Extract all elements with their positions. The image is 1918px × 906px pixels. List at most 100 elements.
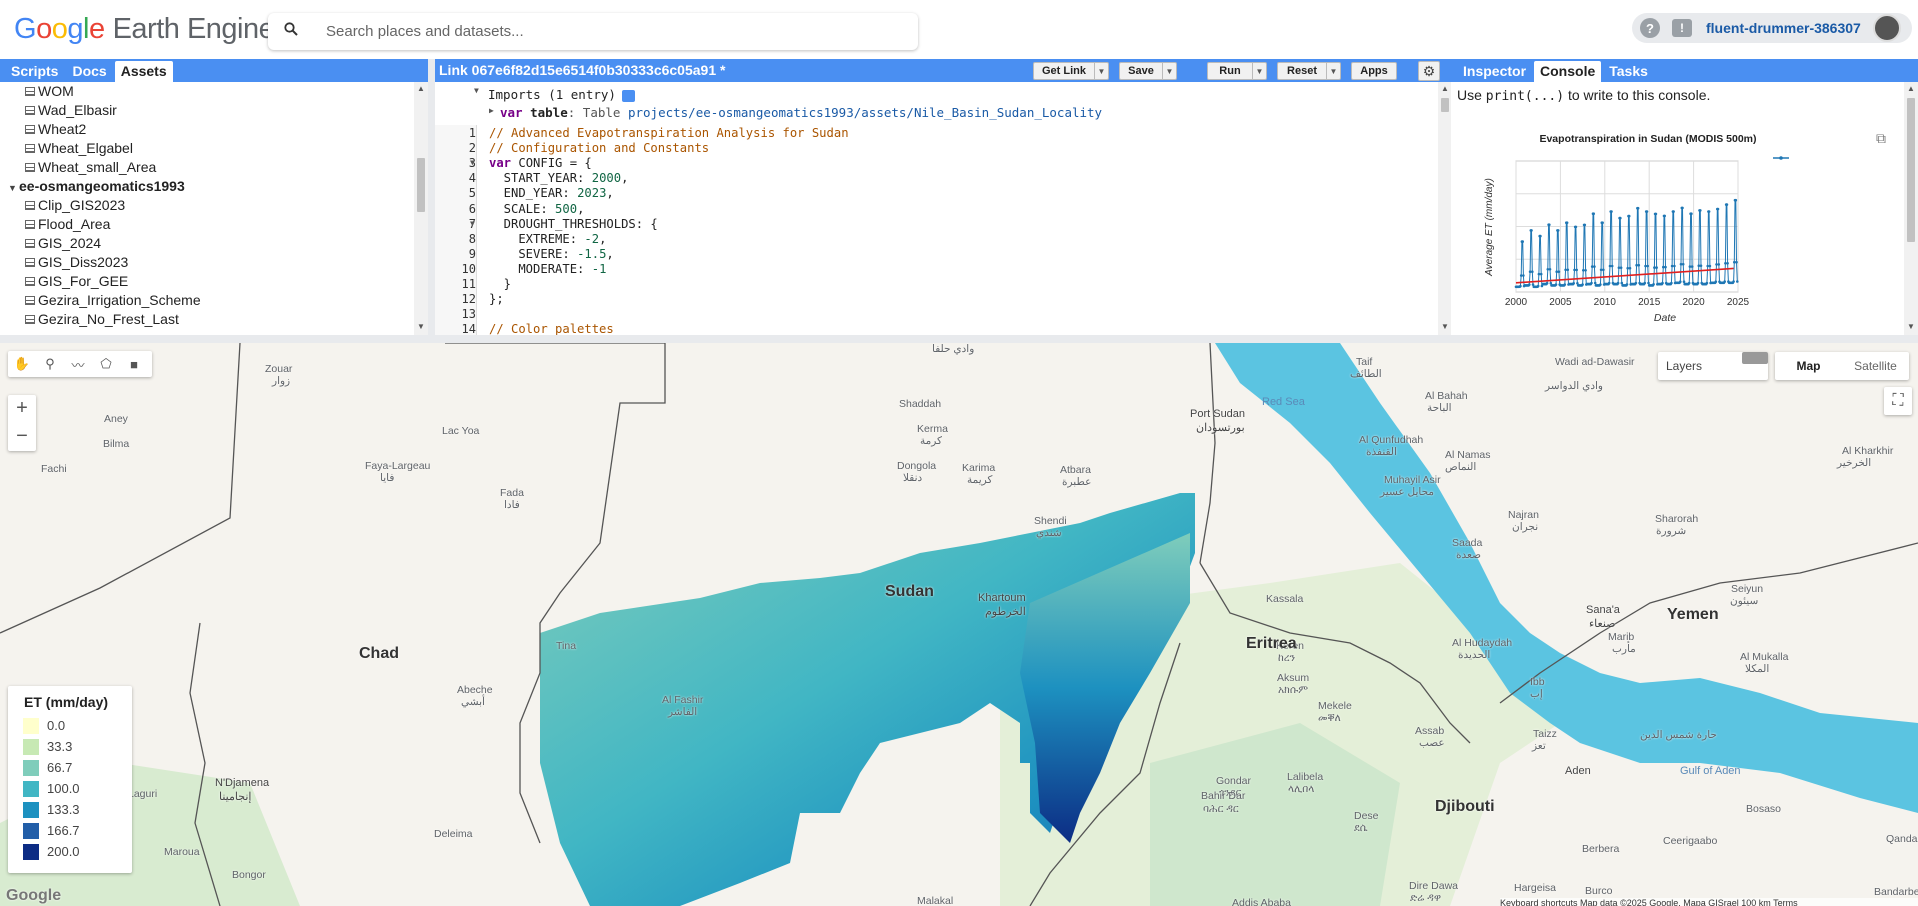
open-in-new-icon[interactable]: ⧉	[1876, 130, 1886, 146]
asset-item[interactable]: WOM	[0, 82, 414, 101]
tab-docs[interactable]: Docs	[66, 61, 112, 82]
asset-item[interactable]: Gezira_No_Frest_Last	[0, 310, 414, 329]
feedback-icon[interactable]: !	[1672, 19, 1692, 37]
console-scrollbar[interactable]: ▲ ▼	[1904, 82, 1918, 335]
fullscreen-icon[interactable]: ⛶	[1884, 387, 1912, 415]
map[interactable]: Zouar زوار Aney Bilma Fachi Faya-Largeau…	[0, 343, 1918, 906]
apps-button[interactable]: Apps	[1351, 62, 1397, 80]
map-type-map-button[interactable]: Map	[1775, 352, 1842, 380]
chart-data-point	[1572, 282, 1575, 285]
asset-item[interactable]: Clip_GIS2023	[0, 196, 414, 215]
layer-opacity-slider[interactable]	[1742, 352, 1768, 364]
zoom-in-button[interactable]: +	[8, 395, 36, 423]
line-number: 8	[468, 231, 476, 246]
scroll-down-icon[interactable]: ▼	[1441, 322, 1449, 331]
map-type-toggle: Map Satellite	[1775, 352, 1909, 380]
rectangle-draw-icon[interactable]: ■	[120, 357, 148, 372]
import-path-link[interactable]: projects/ee-osmangeomatics1993/assets/Ni…	[628, 105, 1102, 120]
asset-item[interactable]: Gezira_Irrigation_Scheme	[0, 291, 414, 310]
scroll-thumb[interactable]	[1441, 98, 1449, 112]
scroll-up-icon[interactable]: ▲	[1907, 84, 1915, 93]
polygon-draw-icon[interactable]: ⬠	[92, 356, 120, 372]
map-place-label: Gondar	[1216, 775, 1252, 787]
editor-scrollbar[interactable]: ▲ ▼	[1438, 82, 1452, 335]
map-place-label: Fachi	[41, 463, 67, 475]
fold-caret-icon[interactable]: ▼	[470, 158, 475, 167]
point-marker-icon[interactable]: ⚲	[36, 356, 64, 372]
asset-item[interactable]: GIS_Diss2023	[0, 253, 414, 272]
avatar[interactable]	[1872, 14, 1901, 42]
caret-right-icon[interactable]: ▶	[489, 106, 494, 115]
earth-engine-logo[interactable]: Google Earth Engine	[14, 13, 275, 46]
line-draw-icon[interactable]: 〰	[64, 355, 92, 374]
asset-folder[interactable]: ▼ ee-osmangeomatics1993	[0, 177, 414, 196]
tab-assets[interactable]: Assets	[114, 61, 173, 82]
scroll-thumb[interactable]	[1907, 98, 1915, 242]
save-button[interactable]: Save ▼	[1119, 62, 1177, 80]
map-place-label: Bandarbeyla	[1874, 886, 1918, 898]
scroll-down-icon[interactable]: ▼	[1907, 322, 1915, 331]
asset-item[interactable]: Wheat2	[0, 120, 414, 139]
search-input[interactable]	[326, 23, 886, 40]
asset-item[interactable]: Flood_Area	[0, 215, 414, 234]
tab-inspector[interactable]: Inspector	[1457, 61, 1532, 82]
asset-label: GIS_For_GEE	[38, 273, 129, 289]
tab-console[interactable]: Console	[1534, 61, 1602, 82]
legend-row: 33.3	[23, 736, 132, 757]
chevron-down-icon[interactable]: ▼	[1094, 63, 1108, 79]
get-link-button[interactable]: Get Link ▼	[1033, 62, 1109, 80]
left-splitter[interactable]	[428, 59, 435, 335]
chevron-down-icon[interactable]: ▼	[1326, 63, 1340, 79]
asset-item[interactable]: Wheat_Elgabel	[0, 139, 414, 158]
run-button[interactable]: Run ▼	[1207, 62, 1267, 80]
hand-icon[interactable]: ✋	[8, 356, 36, 372]
asset-item[interactable]: Wheat_small_Area	[0, 158, 414, 177]
script-title[interactable]: Link 067e6f82d15e6514f0b30333c6c05a91 *	[439, 62, 725, 78]
asset-item[interactable]: Wad_Elbasir	[0, 101, 414, 120]
caret-down-icon[interactable]: ▼	[474, 86, 479, 95]
layers-control[interactable]: Layers	[1658, 352, 1768, 380]
tab-scripts[interactable]: Scripts	[5, 61, 64, 82]
chevron-down-icon[interactable]: ▼	[1252, 63, 1266, 79]
legend-value: 33.3	[47, 739, 73, 754]
zoom-out-button[interactable]: −	[8, 423, 36, 451]
fold-caret-icon[interactable]: ▼	[470, 219, 475, 228]
gear-icon[interactable]: ⚙	[1418, 61, 1440, 81]
chart-x-tick-label: 2010	[1594, 297, 1617, 308]
asset-item[interactable]: GIS_2024	[0, 234, 414, 253]
map-place-label: Tina	[556, 640, 577, 652]
asset-label: Gezira_No_Frest_Last	[38, 311, 179, 327]
help-icon[interactable]: ?	[1640, 18, 1660, 38]
imports-header[interactable]: Imports (1 entry)	[488, 87, 635, 102]
google-logo[interactable]: Google	[6, 887, 61, 905]
imports-code-icon[interactable]	[621, 89, 635, 102]
scroll-thumb[interactable]	[417, 158, 425, 212]
et-chart[interactable]: Evapotranspiration in Sudan (MODIS 500m)…	[1451, 108, 1891, 348]
chart-data-point	[1610, 210, 1613, 213]
map-type-satellite-button[interactable]: Satellite	[1842, 352, 1909, 380]
map-attribution[interactable]: Keyboard shortcuts Map data ©2025 Google…	[1500, 898, 1918, 906]
map-place-label: محايل عسير	[1380, 486, 1434, 498]
search-box[interactable]	[268, 13, 918, 50]
table-icon	[25, 315, 35, 324]
project-selector[interactable]: fluent-drummer-386307	[1706, 20, 1861, 36]
scroll-down-icon[interactable]: ▼	[417, 322, 425, 331]
caret-down-icon[interactable]: ▼	[8, 179, 19, 198]
logo-product-name: Earth Engine	[112, 13, 275, 45]
tab-tasks[interactable]: Tasks	[1603, 61, 1654, 82]
asset-item[interactable]: GIS_For_GEE	[0, 272, 414, 291]
reset-button[interactable]: Reset ▼	[1277, 62, 1341, 80]
chevron-down-icon[interactable]: ▼	[1162, 63, 1176, 79]
chart-data-point	[1672, 210, 1675, 213]
map-splitter[interactable]	[0, 335, 1918, 343]
chart-data-point	[1699, 264, 1703, 267]
scroll-up-icon[interactable]: ▲	[417, 84, 425, 93]
asset-scrollbar[interactable]: ▲ ▼	[414, 82, 428, 335]
scroll-up-icon[interactable]: ▲	[1441, 84, 1449, 93]
map-place-label: Port Sudan	[1190, 408, 1246, 420]
map-place-label: Aksum	[1277, 672, 1310, 684]
code-area[interactable]: 1 2 3 ▼ 4 5 6 7 ▼ 8 9 10 11 12 13 14 // Advanced Evapot…	[435, 125, 1438, 335]
import-entry[interactable]: var table: Table projects/ee-osmangeomat…	[500, 105, 1102, 120]
chart-data-point	[1716, 207, 1720, 211]
chart-data-point	[1607, 281, 1611, 285]
